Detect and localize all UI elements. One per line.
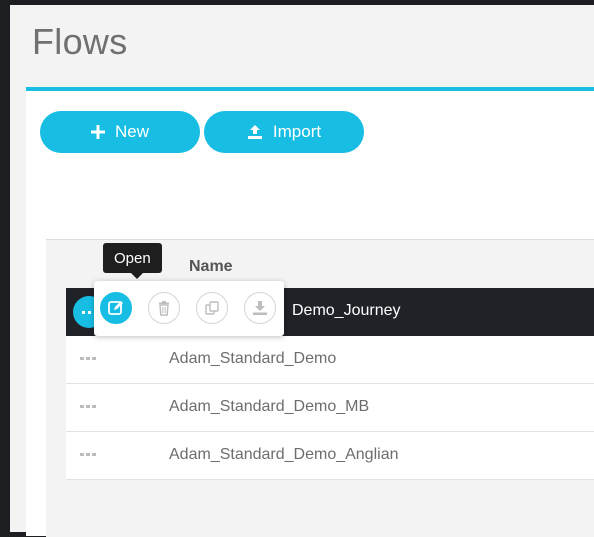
open-tooltip: Open — [103, 243, 162, 279]
more-icon[interactable] — [80, 357, 96, 361]
column-header-name[interactable]: Name — [189, 258, 233, 276]
page-title: Flows — [32, 21, 128, 62]
trash-icon — [159, 301, 169, 316]
row-actions-popover — [94, 281, 284, 336]
duplicate-button[interactable] — [196, 292, 228, 324]
more-icon[interactable] — [80, 453, 96, 457]
delete-button[interactable] — [148, 292, 180, 324]
upload-icon — [247, 125, 262, 139]
more-icon[interactable] — [80, 405, 96, 409]
import-button[interactable]: Import — [204, 111, 364, 153]
import-button-label: Import — [272, 122, 322, 141]
export-button[interactable] — [244, 292, 276, 324]
row-name[interactable]: Adam_Standard_Demo_MB — [169, 398, 369, 416]
download-icon — [253, 301, 267, 315]
table-row[interactable]: Adam_Standard_Demo_Anglian — [66, 432, 594, 480]
new-button-label: New — [114, 122, 149, 141]
edit-icon — [108, 301, 123, 315]
plus-icon — [90, 125, 105, 139]
row-name[interactable]: Adam_Standard_Demo_Anglian — [169, 446, 398, 464]
open-button[interactable] — [100, 292, 132, 324]
flows-page: Flows New Import Name Demo_Journey Adam_… — [10, 5, 594, 537]
tooltip-label: Open — [114, 249, 151, 267]
copy-icon — [205, 301, 219, 315]
new-button[interactable]: New — [40, 111, 200, 153]
row-name[interactable]: Adam_Standard_Demo — [169, 350, 336, 368]
table-row[interactable]: Adam_Standard_Demo — [66, 336, 594, 384]
row-name[interactable]: Demo_Journey — [292, 302, 401, 320]
table-row[interactable]: Adam_Standard_Demo_MB — [66, 384, 594, 432]
